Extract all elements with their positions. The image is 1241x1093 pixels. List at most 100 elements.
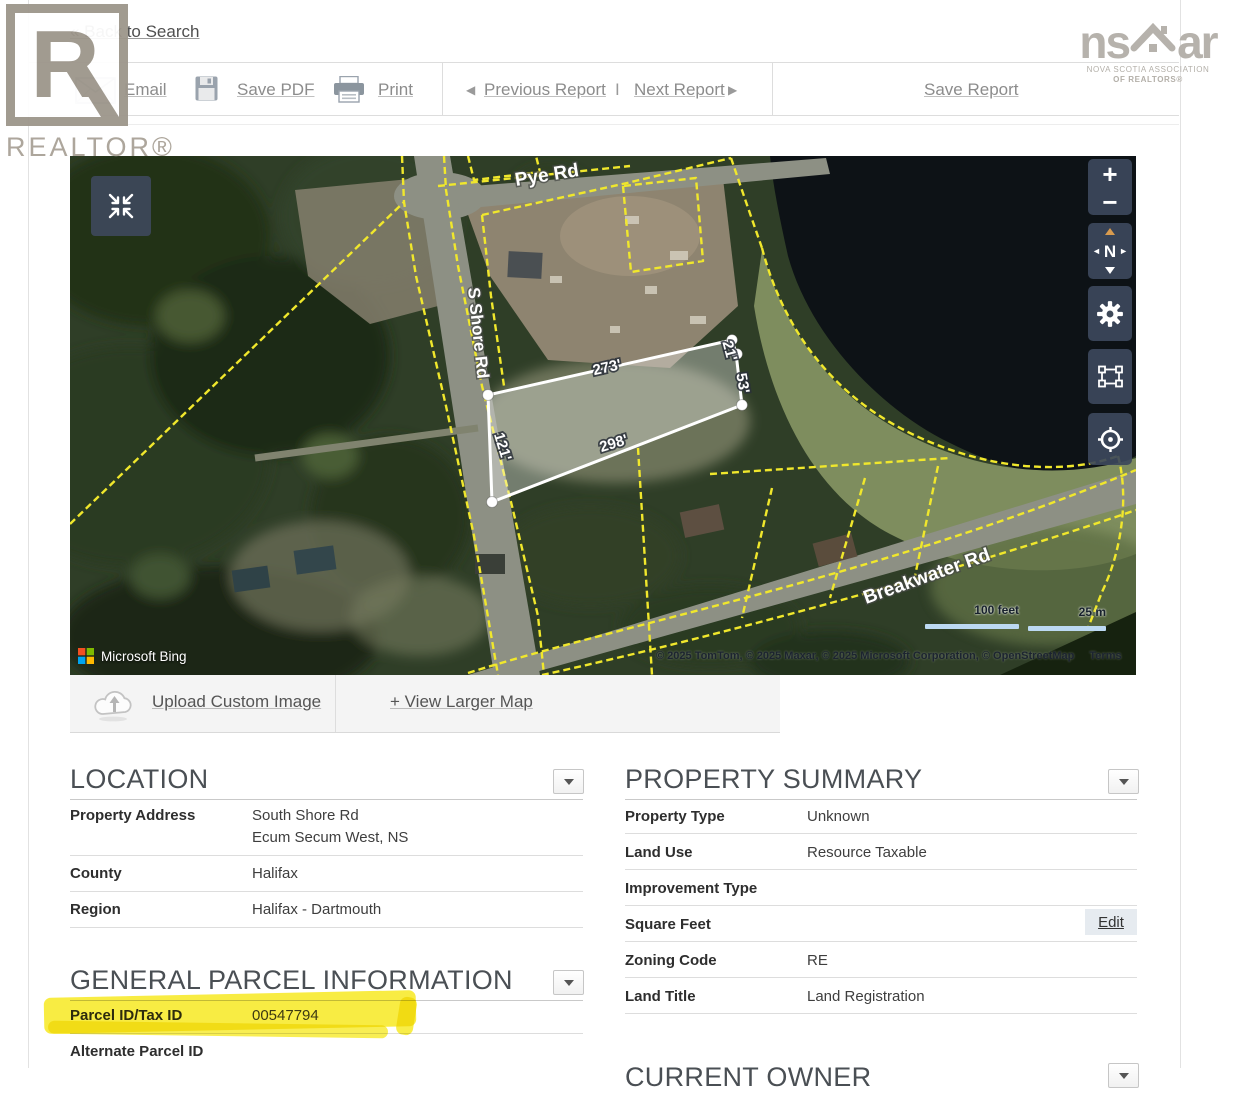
compass-up-icon	[1105, 228, 1115, 235]
attribution-text: © 2025 TomTom, © 2025 Maxar, © 2025 Micr…	[656, 650, 1074, 662]
compass-right-icon: ►	[1119, 246, 1128, 256]
scale-feet-label: 100 feet	[925, 603, 1019, 617]
actions-divider	[335, 675, 336, 732]
house-icon	[1130, 20, 1176, 62]
content-top-divider	[29, 124, 1179, 125]
parcel-collapse-button[interactable]	[553, 970, 584, 995]
toolbar: Email Save PDF Print ◀ Previous Report I…	[29, 63, 1179, 115]
scale-metric-bar	[1028, 626, 1106, 631]
nsar-ar-text: ar	[1177, 22, 1216, 62]
toolbar-divider-bottom	[29, 115, 1179, 116]
save-report-button[interactable]: Save Report	[924, 80, 1019, 100]
upload-custom-image-button[interactable]: Upload Custom Image	[152, 692, 321, 712]
summary-collapse-button[interactable]	[1108, 769, 1139, 794]
row-divider	[70, 855, 583, 856]
compass-control[interactable]: N ◄ ►	[1088, 223, 1132, 279]
row-divider	[625, 869, 1137, 870]
nsar-subtitle-1: NOVA SCOTIA ASSOCIATION	[1087, 65, 1210, 75]
save-icon	[195, 76, 218, 101]
realtor-wordmark: REALTOR®	[6, 132, 175, 163]
terms-link[interactable]: Terms	[1089, 650, 1121, 662]
general-parcel-section-title: GENERAL PARCEL INFORMATION	[70, 965, 513, 996]
zoom-in-button[interactable]: +	[1102, 163, 1117, 185]
summary-title-underline	[625, 799, 1137, 800]
current-owner-section-title: CURRENT OWNER	[625, 1062, 871, 1093]
property-type-value: Unknown	[807, 808, 870, 825]
next-arrow-icon: ▶	[728, 83, 737, 97]
realtor-r-logo: R	[6, 4, 128, 126]
next-report-button[interactable]: Next Report	[634, 80, 725, 100]
row-divider	[625, 977, 1137, 978]
owner-collapse-button[interactable]	[1108, 1063, 1139, 1088]
row-divider	[70, 927, 583, 928]
nsar-subtitle-2: OF REALTORS®	[1113, 75, 1183, 85]
row-divider	[625, 905, 1137, 906]
chevron-down-icon	[1119, 779, 1129, 785]
upload-cloud-icon	[92, 687, 140, 723]
locate-crosshair-icon	[1097, 426, 1124, 453]
row-divider	[625, 1013, 1137, 1014]
square-feet-label: Square Feet	[625, 916, 711, 933]
nsar-ns-text: ns	[1079, 22, 1129, 62]
county-row-label: County	[70, 865, 122, 882]
property-type-label: Property Type	[625, 808, 725, 825]
row-divider	[70, 891, 583, 892]
print-button[interactable]: Print	[378, 80, 413, 100]
save-pdf-button[interactable]: Save PDF	[237, 80, 314, 100]
realtor-watermark-logo: R REALTOR®	[6, 4, 175, 163]
select-area-button[interactable]	[1088, 349, 1132, 404]
measurement-53: 53'	[732, 372, 752, 395]
chevron-down-icon	[1119, 1073, 1129, 1079]
row-divider	[625, 941, 1137, 942]
locate-button[interactable]	[1088, 413, 1132, 465]
county-row-value: Halifax	[252, 865, 298, 882]
collapse-map-button[interactable]	[91, 176, 151, 236]
location-row-value-2: Ecum Secum West, NS	[252, 829, 408, 846]
region-row-label: Region	[70, 901, 121, 918]
location-section-title: LOCATION	[70, 764, 208, 795]
svg-text:R: R	[30, 13, 99, 117]
location-collapse-button[interactable]	[553, 769, 584, 794]
previous-arrow-icon: ◀	[466, 83, 475, 97]
bing-logo: Microsoft Bing	[78, 648, 187, 664]
scale-feet-bar	[925, 624, 1019, 629]
chevron-down-icon	[564, 980, 574, 986]
report-nav-separator: I	[615, 80, 620, 100]
compass-left-icon: ◄	[1092, 246, 1101, 256]
toolbar-divider	[442, 63, 443, 115]
view-larger-map-button[interactable]: + View Larger Map	[390, 692, 533, 712]
edit-square-feet-button[interactable]: Edit	[1085, 909, 1137, 935]
map-attribution: © 2025 TomTom, © 2025 Maxar, © 2025 Micr…	[656, 650, 1122, 662]
rectangle-select-icon	[1097, 364, 1124, 389]
property-summary-section-title: PROPERTY SUMMARY	[625, 764, 922, 795]
zoning-code-value: RE	[807, 952, 828, 969]
row-divider	[625, 833, 1137, 834]
bing-label: Microsoft Bing	[101, 649, 187, 664]
scale-metric-label: 25 m	[1028, 605, 1106, 619]
print-icon	[333, 76, 365, 103]
location-row-value: South Shore Rd	[252, 807, 359, 824]
nsar-logo: ns ar NOVA SCOTIA ASSOCIATION OF REALTOR…	[1066, 20, 1230, 85]
compass-down-icon	[1105, 267, 1115, 274]
zoning-code-label: Zoning Code	[625, 952, 717, 969]
alternate-parcel-id-label: Alternate Parcel ID	[70, 1043, 203, 1060]
gear-icon	[1096, 300, 1124, 328]
satellite-map[interactable]: 273' 21' 53' 298' 121' Pye Rd S Shore Rd…	[70, 156, 1136, 675]
improvement-type-label: Improvement Type	[625, 880, 757, 897]
toolbar-divider-2	[772, 63, 773, 115]
land-title-label: Land Title	[625, 988, 696, 1005]
land-title-value: Land Registration	[807, 988, 925, 1005]
chevron-down-icon	[564, 779, 574, 785]
land-use-label: Land Use	[625, 844, 693, 861]
microsoft-logo-icon	[78, 648, 94, 664]
compass-n-label: N	[1104, 242, 1116, 262]
location-row-label: Property Address	[70, 807, 195, 824]
zoom-out-button[interactable]: −	[1102, 193, 1117, 211]
region-row-value: Halifax - Dartmouth	[252, 901, 381, 918]
previous-report-button[interactable]: Previous Report	[484, 80, 606, 100]
collapse-arrows-icon	[105, 190, 137, 222]
map-settings-button[interactable]	[1088, 286, 1132, 341]
location-title-underline	[70, 799, 583, 800]
zoom-control[interactable]: + −	[1088, 159, 1132, 215]
map-actions-bar: Upload Custom Image + View Larger Map	[70, 675, 780, 733]
